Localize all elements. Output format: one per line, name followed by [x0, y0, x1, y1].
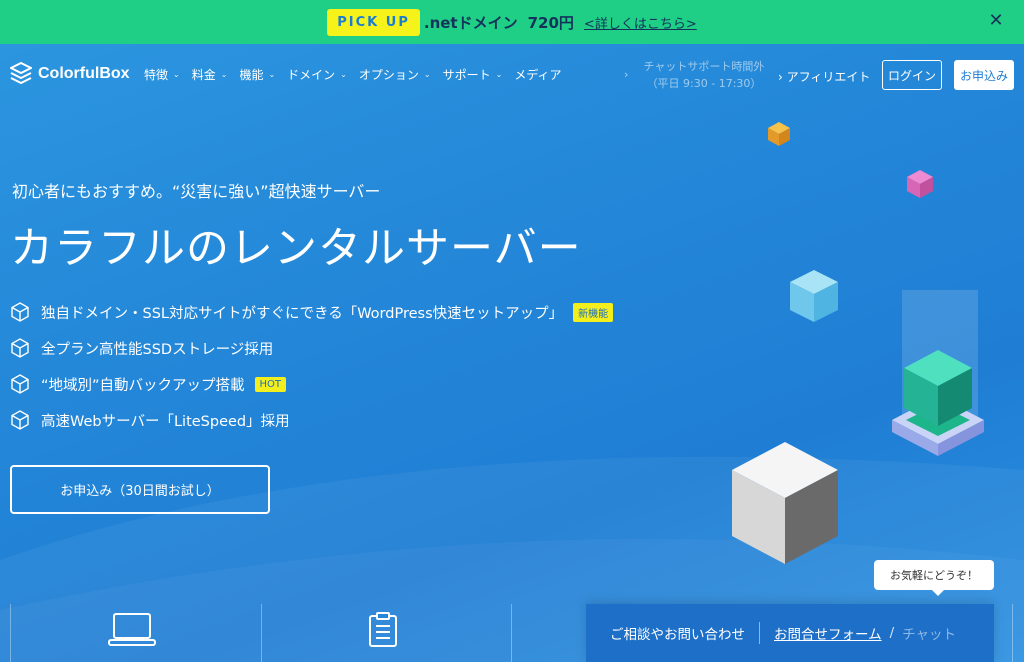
- nav-item-functions[interactable]: 機能 ⌄: [239, 66, 275, 83]
- site-header: ColorfulBox 特徴 ⌄ 料金 ⌄ 機能 ⌄ ドメイン ⌄ オプション ⌄ サポー…: [0, 56, 1024, 94]
- feature-item: 独自ドメイン・SSL対応サイトがすぐにできる「WordPress快速セットアップ…: [10, 294, 614, 330]
- chat-link[interactable]: チャット: [902, 623, 956, 643]
- close-icon[interactable]: ✕: [986, 11, 1006, 31]
- main-nav: 特徴 ⌄ 料金 ⌄ 機能 ⌄ ドメイン ⌄ オプション ⌄ サポート ⌄ メディア: [144, 66, 573, 83]
- promo-badge[interactable]: PICK UP: [327, 8, 420, 36]
- signup-button[interactable]: お申込み: [954, 60, 1014, 90]
- contact-label: ご相談やお問い合わせ: [610, 627, 745, 643]
- orange-cube: [768, 122, 790, 146]
- hot-badge: HOT: [254, 376, 287, 392]
- feature-text: 高速Webサーバー「LiteSpeed」採用: [41, 413, 290, 430]
- trial-signup-button[interactable]: お申込み（30日間お試し）: [10, 465, 270, 514]
- promo-text: .netドメイン: [423, 13, 518, 32]
- chevron-down-icon: ⌄: [340, 70, 347, 79]
- divider: [1012, 604, 1013, 662]
- nav-item-pricing[interactable]: 料金 ⌄: [192, 66, 228, 83]
- login-button[interactable]: ログイン: [882, 60, 942, 90]
- chevron-down-icon: ⌄: [173, 70, 180, 79]
- blue-cube: [790, 270, 838, 322]
- cube-outline-icon: [11, 302, 29, 322]
- divider: [10, 604, 11, 662]
- cube-outline-icon: [11, 410, 29, 430]
- cube-outline-icon: [11, 338, 29, 358]
- logo-text: ColorfulBox: [38, 65, 130, 82]
- contact-bar: ご相談やお問い合わせ お問合せフォーム / チャット: [586, 604, 994, 662]
- nav-item-features[interactable]: 特徴 ⌄: [144, 66, 180, 83]
- separator-slash: /: [889, 625, 895, 641]
- chat-tooltip: お気軽にどうぞ！: [874, 560, 994, 596]
- nav-item-support[interactable]: サポート ⌄: [443, 66, 503, 83]
- logo[interactable]: ColorfulBox: [10, 62, 130, 86]
- hero-subtitle: 初心者にもおすすめ。“災害に強い”超快速サーバー: [12, 182, 381, 201]
- feature-item: 高速Webサーバー「LiteSpeed」採用: [10, 402, 613, 438]
- feature-text: 独自ドメイン・SSL対応サイトがすぐにできる「WordPress快速セットアップ…: [41, 305, 564, 322]
- promo-price: 720円: [527, 13, 574, 32]
- chevron-down-icon: ⌄: [220, 70, 228, 79]
- contact-form-link[interactable]: お問合せフォーム: [774, 623, 882, 643]
- feature-list: 独自ドメイン・SSL対応サイトがすぐにできる「WordPress快速セットアップ…: [10, 294, 614, 438]
- chevron-down-icon: ⌄: [423, 70, 431, 79]
- cube-outline-icon: [11, 374, 29, 394]
- chat-support-hours: チャットサポート時間外 （平日 9:30 - 17:30）: [643, 60, 765, 90]
- affiliate-link[interactable]: › アフィリエイト: [778, 68, 870, 85]
- pink-cube: [907, 170, 933, 198]
- feature-item: 全プラン高性能SSDストレージ採用: [10, 330, 613, 366]
- laptop-icon[interactable]: [108, 612, 156, 648]
- chevron-down-icon: ⌄: [495, 70, 503, 79]
- hero-title: カラフルのレンタルサーバー: [10, 224, 582, 274]
- divider: [261, 604, 262, 662]
- cube-logo-icon: [10, 62, 32, 85]
- divider: [511, 604, 512, 662]
- platform: [892, 396, 984, 456]
- promo-banner: PICK UP .netドメイン 720円 <詳しくはこちら> ✕: [0, 0, 1024, 44]
- divider: [759, 622, 760, 644]
- nav-item-media[interactable]: メディア: [514, 66, 561, 83]
- chevron-down-icon: ⌄: [268, 70, 276, 79]
- feature-text: “地域別”自動バックアップ搭載: [41, 377, 245, 394]
- white-cube: [732, 442, 838, 564]
- nav-item-domain[interactable]: ドメイン ⌄: [287, 66, 347, 83]
- green-cube: [904, 350, 972, 426]
- feature-item: “地域別”自動バックアップ搭載 HOT: [10, 366, 613, 402]
- clipboard-icon[interactable]: [368, 612, 398, 648]
- promo-details-link[interactable]: <詳しくはこちら>: [584, 13, 697, 32]
- new-feature-badge: 新機能: [573, 302, 614, 322]
- nav-item-options[interactable]: オプション ⌄: [359, 66, 431, 83]
- feature-text: 全プラン高性能SSDストレージ採用: [41, 341, 274, 358]
